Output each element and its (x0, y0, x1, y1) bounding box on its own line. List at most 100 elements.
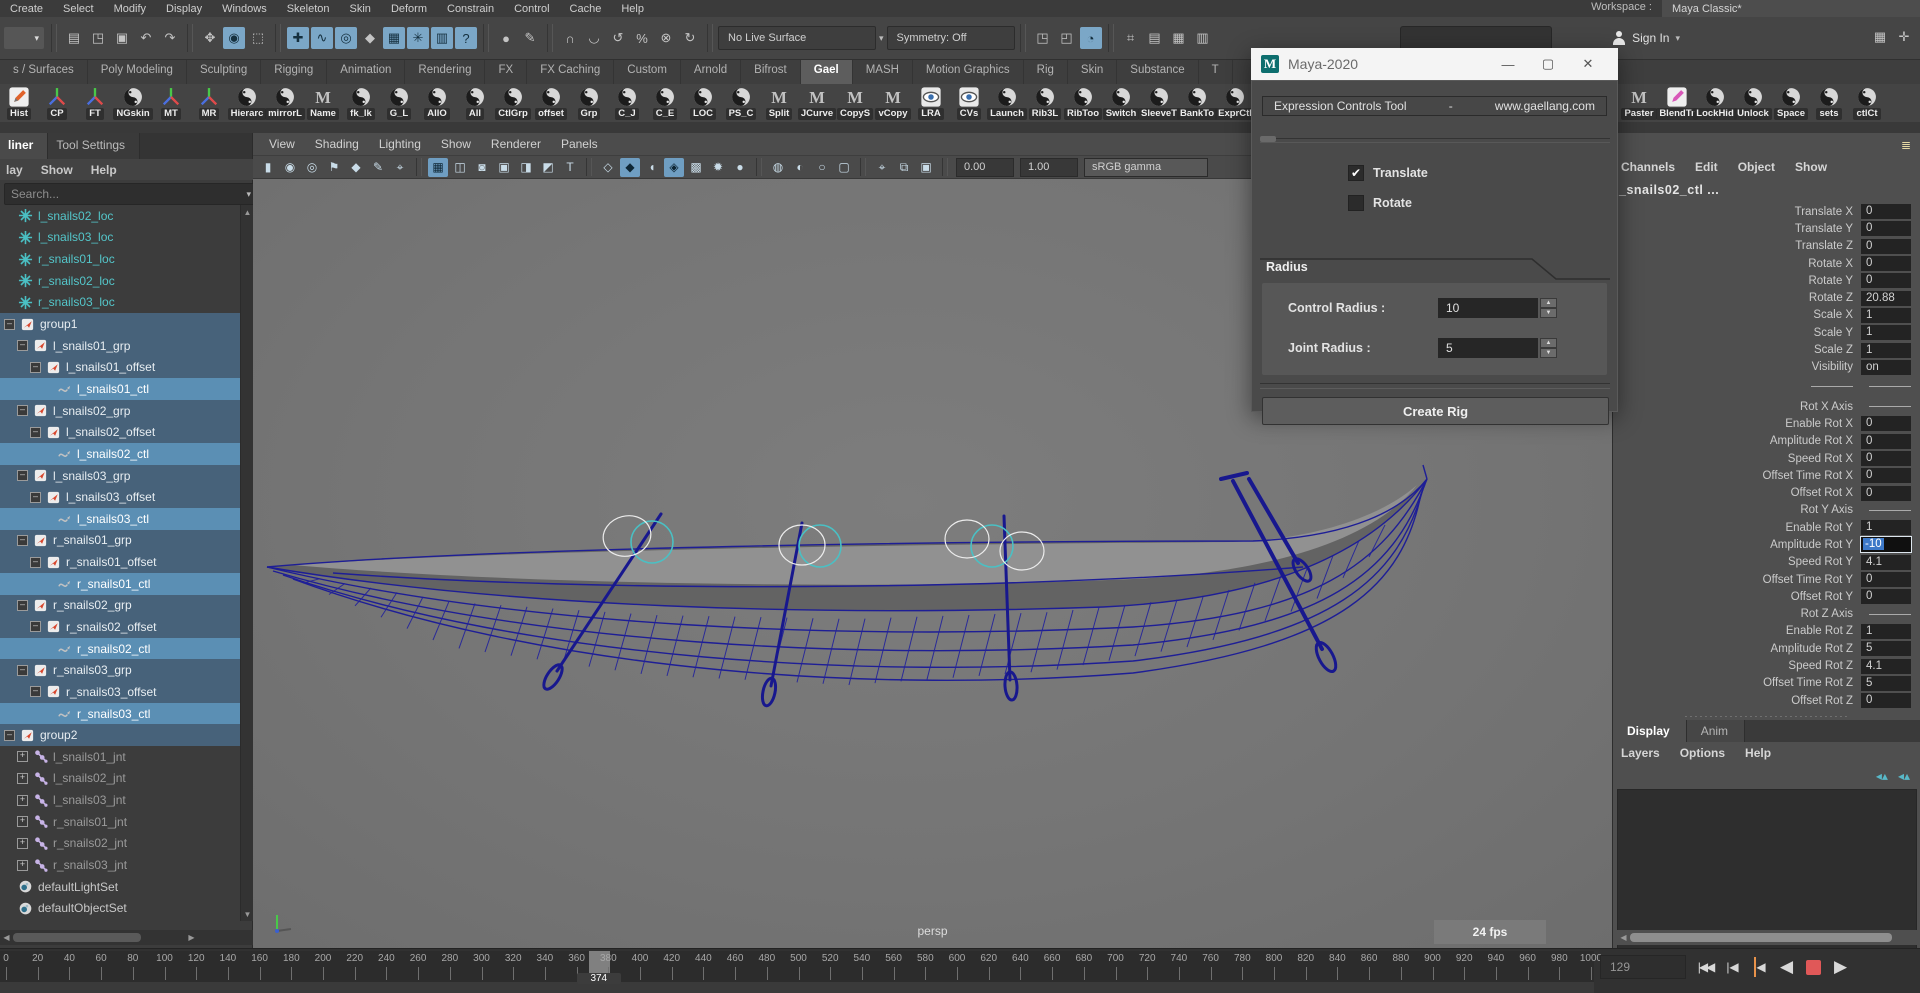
outliner-item-r_snails03_offset[interactable]: –r_snails03_offset (0, 681, 240, 703)
outliner-item-r_snails02_offset[interactable]: –r_snails02_offset (0, 616, 240, 638)
snap-film-icon[interactable]: ▥ (431, 27, 453, 49)
menu-constrain[interactable]: Constrain (437, 2, 504, 16)
view-transform-dropdown[interactable]: sRGB gamma (1084, 158, 1208, 177)
render-icon[interactable]: % (631, 27, 653, 49)
construction-history-icon[interactable]: ↺ (607, 27, 629, 49)
shelf-button-ctlct[interactable]: ctlCt (1848, 84, 1886, 122)
collapse-icon[interactable]: – (30, 621, 41, 632)
play-backwards-button[interactable]: ◀ (1773, 953, 1800, 981)
outliner-item-l_snails02_offset[interactable]: –l_snails02_offset (0, 421, 240, 443)
collapse-icon[interactable]: – (30, 557, 41, 568)
menu-create[interactable]: Create (0, 2, 53, 16)
time-editor-icon[interactable]: ◔ (1080, 27, 1102, 49)
rotate-checkbox[interactable] (1348, 195, 1364, 211)
snap-grid-icon[interactable]: ✚ (287, 27, 309, 49)
outliner-item-l_snails03_offset[interactable]: –l_snails03_offset (0, 486, 240, 508)
shelf-button-paster[interactable]: MPaster (1620, 84, 1658, 122)
channel-value-field[interactable]: 0 (1861, 239, 1911, 254)
exposure-field[interactable]: 0.00 (956, 158, 1014, 177)
expand-icon[interactable]: + (17, 773, 28, 784)
shelf-button-offset[interactable]: offset (532, 84, 570, 122)
shelf-button-sleevet[interactable]: SleeveT (1140, 84, 1178, 122)
outliner-item-l_snails03_grp[interactable]: –l_snails03_grp (0, 465, 240, 487)
move-layer-icon[interactable]: ◂▴ (1898, 769, 1910, 783)
expand-icon[interactable]: + (17, 751, 28, 762)
outliner-item-r_snails01_offset[interactable]: –r_snails01_offset (0, 551, 240, 573)
collapse-icon[interactable]: – (17, 535, 28, 546)
tab-tool-settings[interactable]: Tool Settings (48, 133, 140, 159)
shelf-button-mt[interactable]: MT (152, 84, 190, 122)
outliner-item-l_snails03_jnt[interactable]: +l_snails03_jnt (0, 789, 240, 811)
collapse-icon[interactable]: – (17, 665, 28, 676)
snap-curve-icon[interactable]: ∿ (311, 27, 333, 49)
wireframe-icon[interactable]: ◇ (598, 158, 618, 177)
shelf-tab-rigging[interactable]: Rigging (261, 60, 327, 84)
save-scene-icon[interactable]: ▣ (111, 27, 133, 49)
gamma-field[interactable]: 1.00 (1020, 158, 1078, 177)
shelf-button-blendtr[interactable]: BlendTr (1658, 84, 1696, 122)
rotate-checkbox-row[interactable]: Rotate (1348, 195, 1412, 211)
shelf-button-grp[interactable]: Grp (570, 84, 608, 122)
outliner-item-r_snails03_jnt[interactable]: +r_snails03_jnt (0, 854, 240, 876)
channel-value-field[interactable]: on (1861, 360, 1911, 375)
outliner-item-l_snails01_jnt[interactable]: +l_snails01_jnt (0, 746, 240, 768)
shelf-tab-fx-caching[interactable]: FX Caching (527, 60, 614, 84)
grid-display-icon[interactable]: ▦ (1168, 27, 1190, 49)
outliner-item-r_snails03_grp[interactable]: –r_snails03_grp (0, 659, 240, 681)
outliner-menu-help[interactable]: Help (91, 163, 117, 177)
menu-modify[interactable]: Modify (104, 2, 156, 16)
shelf-button-jcurve[interactable]: MJCurve (798, 84, 836, 122)
channel-value-field[interactable]: -10 (1861, 537, 1911, 552)
create-rig-button[interactable]: Create Rig (1262, 397, 1609, 425)
shelf-tab-substance[interactable]: Substance (1117, 60, 1198, 84)
scroll-left-icon[interactable]: ◀ (1617, 931, 1630, 945)
undo-icon[interactable]: ↶ (135, 27, 157, 49)
outliner-menu-lay[interactable]: lay (6, 163, 23, 177)
open-scene-icon[interactable]: ◳ (87, 27, 109, 49)
outliner-item-r_snails01_grp[interactable]: –r_snails01_grp (0, 530, 240, 552)
channel-value-field[interactable]: 5 (1861, 641, 1911, 656)
layer-menu-layers[interactable]: Layers (1621, 746, 1660, 760)
collapse-icon[interactable]: – (4, 730, 15, 741)
channel-value-field[interactable]: 1 (1861, 308, 1911, 323)
render-settings-icon[interactable]: ↻ (679, 27, 701, 49)
channel-value-field[interactable]: 0 (1861, 693, 1911, 708)
layer-menu-help[interactable]: Help (1745, 746, 1771, 760)
channel-value-field[interactable]: 1 (1861, 343, 1911, 358)
close-button[interactable]: ✕ (1568, 49, 1608, 79)
shelf-tab-s-surfaces[interactable]: s / Surfaces (0, 60, 88, 84)
shelf-tab-t[interactable]: T (1199, 60, 1233, 84)
dialog-title-bar[interactable]: M Maya-2020 — ▢ ✕ (1251, 48, 1618, 80)
redo-icon[interactable]: ↷ (159, 27, 181, 49)
grid-icon[interactable]: ▦ (428, 158, 448, 177)
scroll-left-icon[interactable]: ◀ (0, 931, 13, 945)
channel-value-field[interactable]: 0 (1861, 273, 1911, 288)
playblast-icon[interactable]: ⌗ (1120, 27, 1142, 49)
shelf-button-hist[interactable]: Hist (0, 84, 38, 122)
collapse-icon[interactable]: – (17, 340, 28, 351)
anti-alias-icon[interactable]: ○ (812, 158, 832, 177)
layer-tab-display[interactable]: Display (1613, 720, 1687, 742)
layer-menu-options[interactable]: Options (1680, 746, 1725, 760)
outliner-item-r_snails02_ctl[interactable]: r_snails02_ctl (0, 638, 240, 660)
outliner-item-r_snails02_jnt[interactable]: +r_snails02_jnt (0, 833, 240, 855)
panel-toggle-icon[interactable]: ≣ (1896, 135, 1916, 155)
channel-value-field[interactable]: 0 (1861, 221, 1911, 236)
image-plane-icon[interactable]: ◆ (346, 158, 366, 177)
shelf-tab-animation[interactable]: Animation (327, 60, 405, 84)
playback-end-field[interactable]: 129 (1600, 955, 1686, 979)
shelf-button-lockhid[interactable]: LockHid (1696, 84, 1734, 122)
shelf-button-unlock[interactable]: Unlock (1734, 84, 1772, 122)
collapse-icon[interactable]: – (30, 492, 41, 503)
channel-box-menu-object[interactable]: Object (1738, 160, 1775, 174)
new-scene-icon[interactable]: ▤ (63, 27, 85, 49)
step-back-frame-button[interactable]: |◀ (1719, 953, 1746, 981)
outliner-menu-show[interactable]: Show (41, 163, 73, 177)
viewport-menu-panels[interactable]: Panels (553, 137, 606, 151)
lock-camera-icon[interactable]: ◉ (280, 158, 300, 177)
workspace-selector[interactable]: Maya Classic* (1662, 0, 1920, 17)
outliner-item-l_snails02_grp[interactable]: –l_snails02_grp (0, 400, 240, 422)
shelf-button-cp[interactable]: CP (38, 84, 76, 122)
outliner-item-l_snails02_loc[interactable]: l_snails02_loc (0, 205, 240, 227)
channel-value-field[interactable]: 0 (1861, 434, 1911, 449)
